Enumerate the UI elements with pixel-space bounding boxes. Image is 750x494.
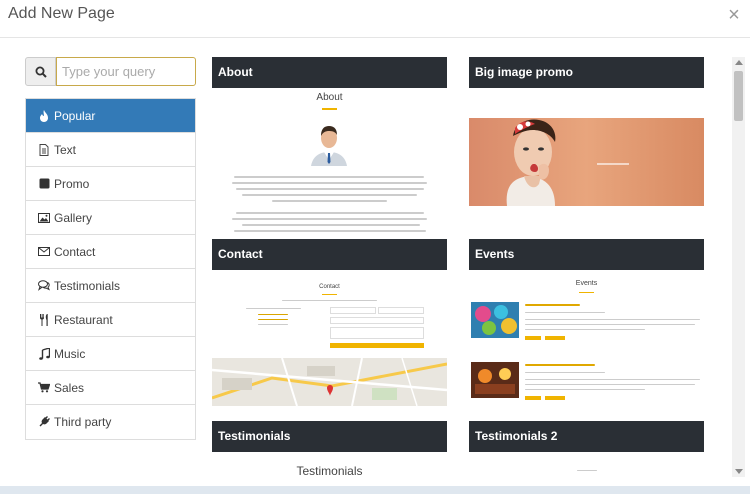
bottom-strip [0,486,750,494]
category-item-sales[interactable]: Sales [26,371,195,405]
preview-heading: Contact [319,284,340,290]
category-item-gallery[interactable]: Gallery [26,201,195,235]
event-photo [471,362,519,398]
category-label: Sales [54,380,85,395]
search-button[interactable] [25,57,56,86]
template-title: About [212,57,447,88]
template-card-big-image-promo[interactable]: Big image promo [469,57,704,237]
preview-heading: About [316,92,343,103]
template-card-about[interactable]: About About [212,57,447,237]
cutlery-icon [38,313,50,326]
scroll-thumb[interactable] [734,71,743,121]
template-title: Contact [212,239,447,270]
preview-divider [322,294,337,295]
envelope-icon [38,246,50,258]
add-page-modal: Add New Page × Popular Text [0,0,750,494]
template-card-events[interactable]: Events Events [469,239,704,419]
category-item-promo[interactable]: Promo [26,167,195,201]
cart-icon [38,382,50,394]
template-grid: About About Big image promo Contact Cont… [212,57,732,477]
template-card-testimonials-2[interactable]: Testimonials 2 [469,421,704,477]
category-label: Promo [54,176,90,191]
preview-divider [322,108,337,110]
scrollbar[interactable] [732,57,745,477]
search-box [25,57,196,86]
template-preview [469,88,704,237]
scroll-up-icon[interactable] [735,60,743,65]
fire-icon [38,109,50,122]
category-label: Text [54,142,77,157]
template-title: Testimonials 2 [469,421,704,452]
category-item-music[interactable]: Music [26,337,195,371]
preview-divider [579,292,594,293]
category-item-popular[interactable]: Popular [26,99,195,133]
category-label: Music [54,346,86,361]
category-item-third-party[interactable]: Third party [26,405,195,439]
category-label: Popular [54,108,96,123]
map-image [212,358,447,406]
template-preview: Testimonials [212,452,447,477]
category-item-contact[interactable]: Contact [26,235,195,269]
category-label: Third party [54,415,112,429]
music-icon [38,347,50,360]
modal-title: Add New Page [8,5,115,22]
event-photo [471,302,519,338]
category-item-restaurant[interactable]: Restaurant [26,303,195,337]
template-card-contact[interactable]: Contact Contact [212,239,447,419]
category-label: Restaurant [54,312,113,327]
square-icon [38,178,50,190]
template-preview: About [212,88,447,237]
preview-heading: Testimonials [296,464,363,477]
image-icon [38,212,50,224]
comments-icon [38,280,50,292]
template-preview [469,452,704,477]
template-preview: Contact [212,270,447,419]
search-input[interactable] [56,57,196,86]
preview-heading: Events [575,280,598,287]
plug-icon [38,416,50,428]
promo-photo [469,118,704,206]
template-title: Testimonials [212,421,447,452]
category-item-text[interactable]: Text [26,133,195,167]
category-item-testimonials[interactable]: Testimonials [26,269,195,303]
category-label: Contact [54,244,96,259]
template-preview: Events [469,270,704,419]
category-list: Popular Text Promo Gallery Contact Testi… [25,98,196,440]
template-title: Events [469,239,704,270]
modal-header: Add New Page × [0,0,750,38]
template-card-testimonials[interactable]: Testimonials Testimonials [212,421,447,477]
category-label: Gallery [54,210,93,225]
scroll-down-icon[interactable] [735,469,743,474]
file-text-icon [38,143,50,156]
search-icon [35,66,47,78]
person-photo [309,122,349,166]
close-button[interactable]: × [724,5,744,25]
category-label: Testimonials [54,278,121,293]
template-title: Big image promo [469,57,704,88]
